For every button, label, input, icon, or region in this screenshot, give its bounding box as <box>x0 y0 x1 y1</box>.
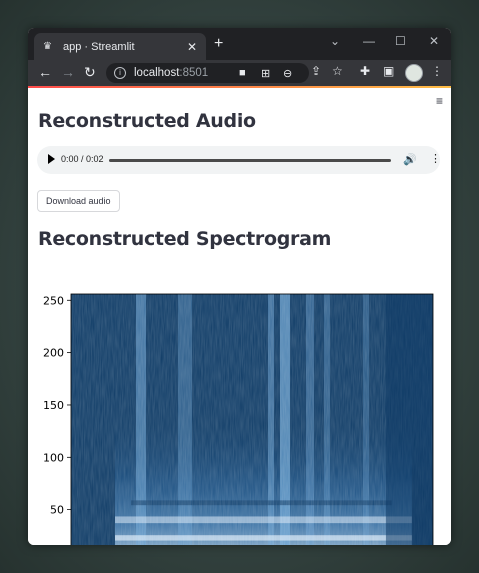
spectrogram-chart: 050100150200250 <box>43 293 434 545</box>
bookmark-star-icon[interactable]: ☆ <box>332 64 343 78</box>
audio-heading: Reconstructed Audio <box>38 110 256 132</box>
volume-icon[interactable]: 🔊 <box>403 153 417 166</box>
y-tick-label: 100 <box>43 451 64 464</box>
browser-tab[interactable]: ♛ app · Streamlit ✕ <box>34 33 206 60</box>
audio-progress-slider[interactable] <box>109 159 391 162</box>
browser-toolbar: ← → ↻ i localhost:8501 ■ ⊞ ⊖ ⇪ ☆ ✚ ▣ ⋮ <box>28 60 451 86</box>
close-tab-icon[interactable]: ✕ <box>187 40 197 54</box>
site-info-icon[interactable]: i <box>114 67 126 79</box>
share-icon[interactable]: ⇪ <box>311 64 321 78</box>
tab-strip: ♛ app · Streamlit ✕ + ⌄ — ☐ ✕ <box>28 28 451 60</box>
heatmap-silence <box>385 294 433 545</box>
minimize-icon[interactable]: — <box>363 34 375 48</box>
close-window-icon[interactable]: ✕ <box>429 34 439 48</box>
browser-menu-icon[interactable]: ⋮ <box>431 64 443 78</box>
tab-search-icon[interactable]: ⌄ <box>330 34 340 48</box>
camera-icon[interactable]: ■ <box>239 67 246 79</box>
audio-player[interactable]: 0:00 / 0:02 🔊 ⋮ <box>37 146 441 174</box>
zoom-icon[interactable]: ⊖ <box>283 67 292 80</box>
forward-icon[interactable]: → <box>61 64 75 80</box>
translate-icon[interactable]: ⊞ <box>261 67 270 80</box>
streamlit-crown-icon: ♛ <box>43 40 52 52</box>
browser-window: ♛ app · Streamlit ✕ + ⌄ — ☐ ✕ ← → ↻ i lo… <box>28 28 451 545</box>
heatmap-texture <box>71 294 433 545</box>
new-tab-icon[interactable]: + <box>214 36 223 52</box>
address-url[interactable]: localhost:8501 <box>134 67 208 79</box>
more-options-icon[interactable]: ⋮ <box>430 152 441 165</box>
y-tick-label: 50 <box>50 504 64 517</box>
audio-time: 0:00 / 0:02 <box>61 154 104 164</box>
streamlit-app: ≡ Reconstructed Audio 0:00 / 0:02 🔊 ⋮ Do… <box>28 88 451 545</box>
y-tick-label: 200 <box>43 347 64 360</box>
download-audio-button[interactable]: Download audio <box>37 190 120 212</box>
side-panel-icon[interactable]: ▣ <box>383 64 394 78</box>
reload-icon[interactable]: ↻ <box>84 64 96 80</box>
tab-title: app · Streamlit <box>63 40 135 53</box>
hamburger-icon[interactable]: ≡ <box>436 94 443 108</box>
profile-avatar[interactable] <box>405 64 423 82</box>
maximize-icon[interactable]: ☐ <box>395 34 406 48</box>
y-tick-label: 150 <box>43 399 64 412</box>
heatmap-area <box>71 294 433 545</box>
back-icon[interactable]: ← <box>38 64 52 80</box>
spectrogram-heading: Reconstructed Spectrogram <box>38 228 332 250</box>
address-bar[interactable]: i localhost:8501 ■ ⊞ ⊖ <box>106 63 309 83</box>
play-icon[interactable] <box>48 154 55 164</box>
y-tick-label: 250 <box>43 294 64 307</box>
extensions-icon[interactable]: ✚ <box>360 64 370 78</box>
